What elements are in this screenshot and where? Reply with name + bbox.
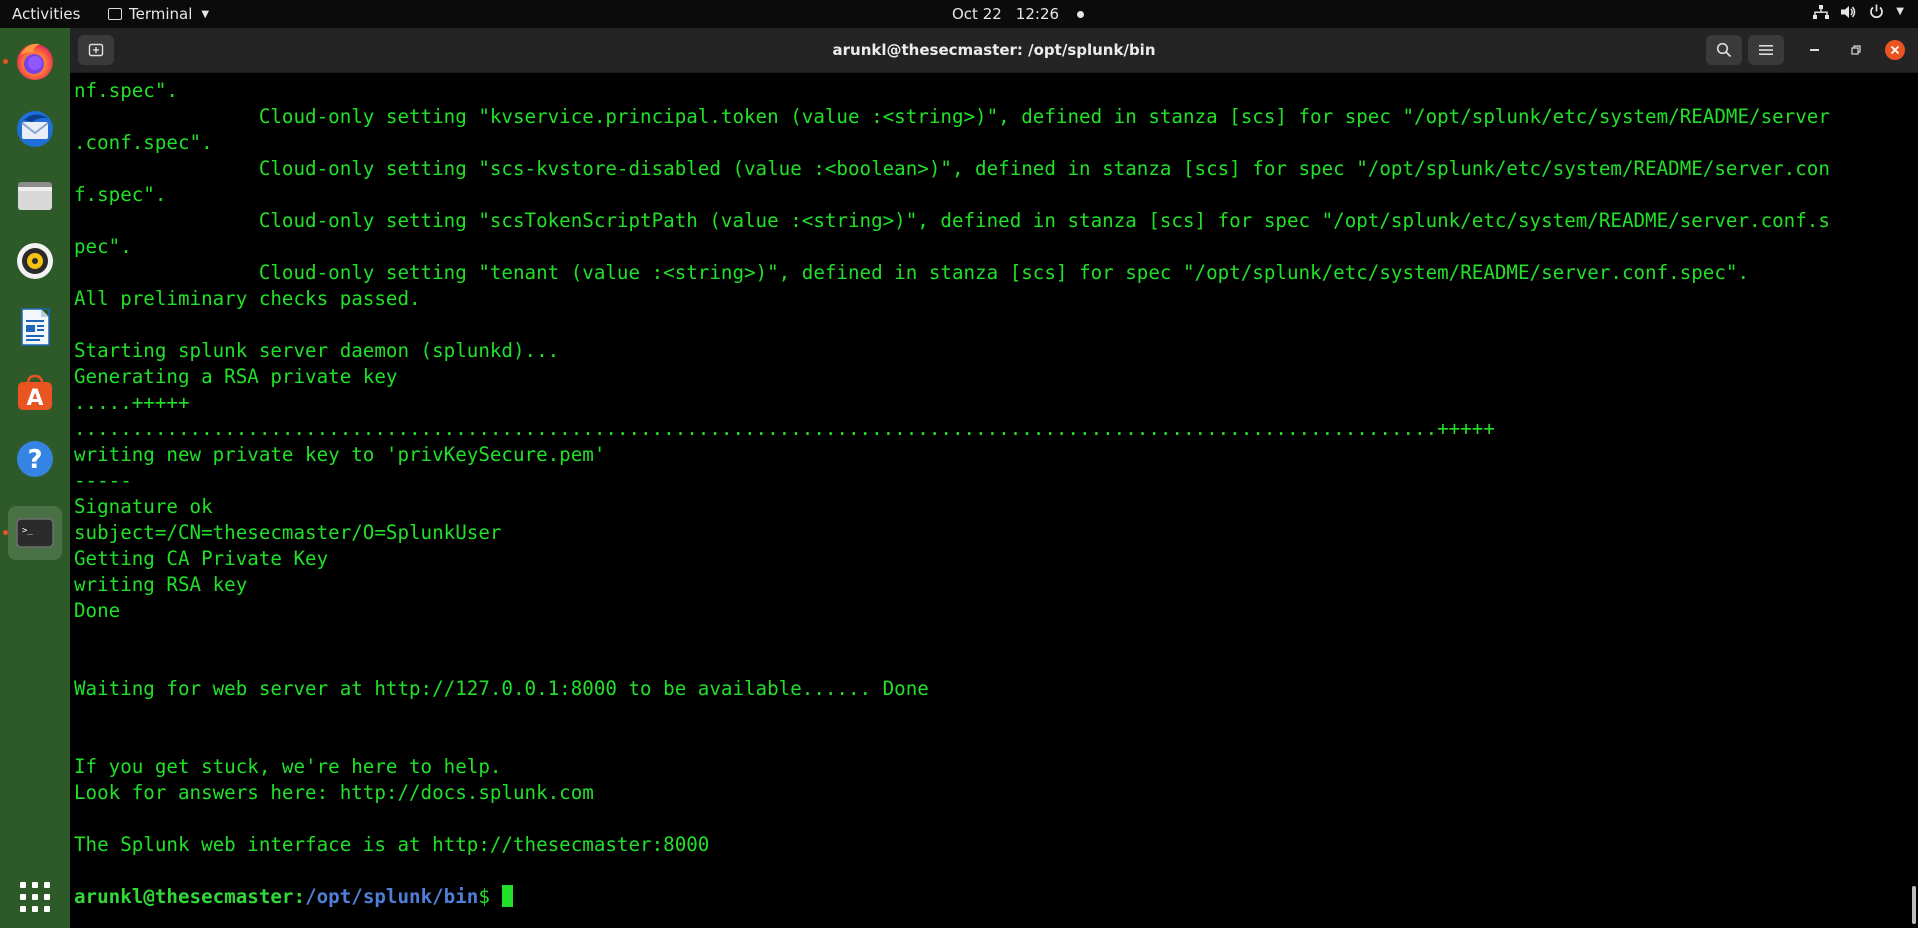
scrollbar[interactable] bbox=[1912, 886, 1916, 924]
grid-icon bbox=[20, 882, 50, 912]
chevron-down-icon: ▼ bbox=[1896, 6, 1904, 17]
terminal-line: Cloud-only setting "scsTokenScriptPath (… bbox=[74, 209, 1830, 232]
terminal-line: Starting splunk server daemon (splunkd).… bbox=[74, 339, 560, 362]
dock-item-software[interactable]: A bbox=[8, 366, 62, 420]
thunderbird-icon bbox=[17, 111, 53, 147]
terminal-line: Signature ok bbox=[74, 495, 213, 518]
terminal-line: .....+++++ bbox=[74, 391, 190, 414]
power-icon bbox=[1870, 4, 1884, 19]
prompt-path: /opt/splunk/bin bbox=[305, 885, 479, 908]
terminal-line: Done bbox=[74, 599, 121, 622]
maximize-button[interactable] bbox=[1846, 40, 1866, 60]
terminal-line: .conf.spec". bbox=[74, 131, 213, 154]
terminal-line: subject=/CN=thesecmaster/O=SplunkUser bbox=[74, 521, 502, 544]
close-button[interactable] bbox=[1885, 40, 1905, 60]
software-store-icon: A bbox=[18, 374, 52, 411]
terminal-line: Cloud-only setting "scs-kvstore-disabled… bbox=[74, 157, 1830, 180]
terminal-line: nf.spec". bbox=[74, 79, 178, 102]
hamburger-menu-icon bbox=[1759, 45, 1773, 55]
terminal-icon: >_ bbox=[16, 518, 54, 548]
clock-time: 12:26 bbox=[1015, 5, 1060, 23]
terminal-line: The Splunk web interface is at http://th… bbox=[74, 833, 710, 856]
terminal-small-icon bbox=[108, 8, 122, 20]
terminal-line: Getting CA Private Key bbox=[74, 547, 329, 570]
running-indicator bbox=[3, 530, 8, 535]
dock-item-thunderbird[interactable] bbox=[8, 102, 62, 156]
dock-item-rhythmbox[interactable] bbox=[8, 234, 62, 288]
dock-item-help[interactable]: ? bbox=[8, 432, 62, 486]
top-bar: Activities Terminal ▼ Oct 22 12:26 ▼ bbox=[0, 0, 1918, 28]
app-menu[interactable]: Terminal ▼ bbox=[108, 5, 209, 23]
prompt-separator: : bbox=[293, 885, 306, 908]
terminal-line: Cloud-only setting "kvservice.principal.… bbox=[74, 105, 1830, 128]
dock-item-writer[interactable] bbox=[8, 300, 62, 354]
terminal-line: f.spec". bbox=[74, 183, 167, 206]
menu-button[interactable] bbox=[1748, 35, 1784, 65]
running-indicator bbox=[3, 59, 8, 64]
terminal-window: arunkl@thesecmaster: /opt/splunk/bin nf.… bbox=[70, 28, 1918, 928]
dock: A ? >_ bbox=[0, 28, 70, 928]
help-icon: ? bbox=[17, 441, 53, 477]
minimize-button[interactable] bbox=[1804, 40, 1824, 60]
dock-item-firefox[interactable] bbox=[3, 34, 62, 88]
terminal-line: ........................................… bbox=[74, 417, 1495, 440]
dock-item-files[interactable] bbox=[8, 168, 62, 222]
terminal-line: If you get stuck, we're here to help. bbox=[74, 755, 502, 778]
app-menu-label: Terminal bbox=[129, 5, 193, 23]
prompt-symbol: $ bbox=[478, 885, 490, 908]
terminal-line: pec". bbox=[74, 235, 132, 258]
dock-item-terminal[interactable]: >_ bbox=[3, 506, 62, 560]
notification-dot-icon bbox=[1077, 10, 1085, 18]
search-button[interactable] bbox=[1706, 35, 1742, 65]
svg-text:A: A bbox=[26, 386, 43, 411]
window-title: arunkl@thesecmaster: /opt/splunk/bin bbox=[832, 41, 1156, 59]
document-writer-icon bbox=[21, 308, 50, 346]
minimize-icon bbox=[1809, 49, 1819, 51]
text-cursor bbox=[501, 885, 513, 907]
search-icon bbox=[1716, 42, 1732, 58]
title-bar[interactable]: arunkl@thesecmaster: /opt/splunk/bin bbox=[70, 28, 1918, 73]
svg-text:?: ? bbox=[27, 445, 42, 475]
network-icon bbox=[1813, 4, 1830, 19]
restore-icon bbox=[1851, 45, 1861, 55]
terminal-line: Generating a RSA private key bbox=[74, 365, 398, 388]
caret-down-icon: ▼ bbox=[201, 8, 210, 20]
terminal-line: Look for answers here: http://docs.splun… bbox=[74, 781, 594, 804]
terminal-line: writing new private key to 'privKeySecur… bbox=[74, 443, 606, 466]
terminal-line: writing RSA key bbox=[74, 573, 248, 596]
prompt-user-host: arunkl@thesecmaster bbox=[74, 885, 294, 908]
folder-icon bbox=[18, 182, 52, 210]
terminal-line: Waiting for web server at http://127.0.0… bbox=[74, 677, 929, 700]
terminal-line: Cloud-only setting "tenant (value :<stri… bbox=[74, 261, 1750, 284]
terminal-line: ----- bbox=[74, 469, 132, 492]
clock-date: Oct 22 bbox=[952, 5, 1002, 23]
volume-icon bbox=[1841, 5, 1856, 18]
terminal-line: All preliminary checks passed. bbox=[74, 287, 421, 310]
terminal-lines: nf.spec". Cloud-only setting "kvservice.… bbox=[74, 78, 1909, 884]
terminal-output[interactable]: nf.spec". Cloud-only setting "kvservice.… bbox=[74, 78, 1909, 928]
close-icon bbox=[1890, 45, 1900, 55]
clock[interactable]: Oct 22 12:26 bbox=[952, 5, 1085, 23]
rhythmbox-icon bbox=[17, 243, 53, 279]
svg-text:>_: >_ bbox=[22, 526, 33, 536]
activities-button[interactable]: Activities bbox=[12, 5, 80, 23]
system-tray[interactable]: ▼ bbox=[1813, 4, 1904, 19]
firefox-icon bbox=[17, 43, 53, 80]
show-apps-button[interactable] bbox=[8, 870, 62, 924]
prompt-line[interactable]: arunkl@thesecmaster:/opt/splunk/bin$ bbox=[74, 884, 1909, 910]
